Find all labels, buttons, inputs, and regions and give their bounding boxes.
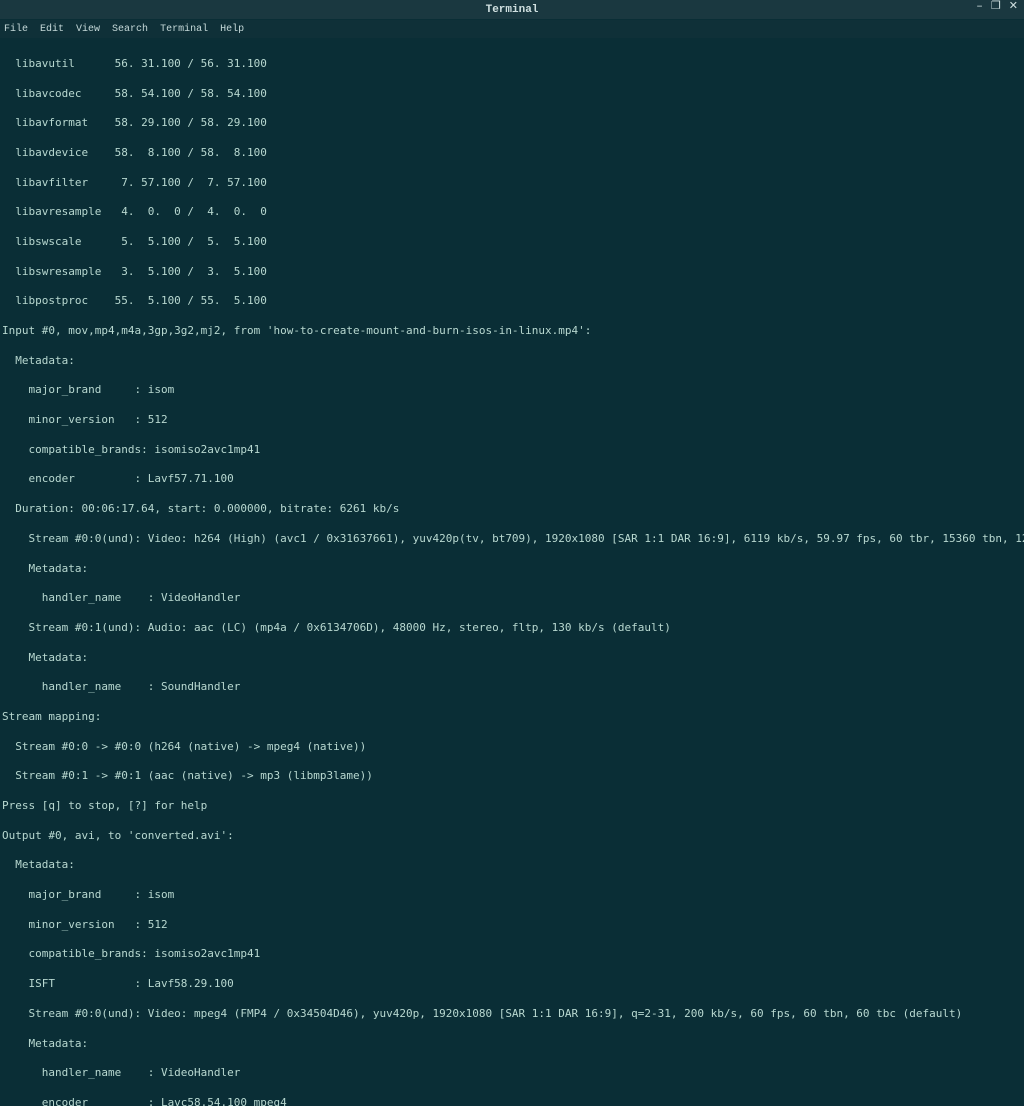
output-line: handler_name : VideoHandler (2, 591, 1022, 606)
menu-help[interactable]: Help (220, 24, 244, 35)
output-line: Duration: 00:06:17.64, start: 0.000000, … (2, 502, 1022, 517)
output-line: major_brand : isom (2, 383, 1022, 398)
maximize-icon[interactable]: ❐ (991, 2, 1001, 13)
output-line: major_brand : isom (2, 888, 1022, 903)
output-line: Stream #0:0(und): Video: h264 (High) (av… (2, 532, 1022, 547)
menu-edit[interactable]: Edit (40, 24, 64, 35)
output-line: Metadata: (2, 354, 1022, 369)
menubar: File Edit View Search Terminal Help (0, 20, 1024, 38)
output-line: libavcodec 58. 54.100 / 58. 54.100 (2, 87, 1022, 102)
menu-file[interactable]: File (4, 24, 28, 35)
output-line: Input #0, mov,mp4,m4a,3gp,3g2,mj2, from … (2, 324, 1022, 339)
output-line: libavutil 56. 31.100 / 56. 31.100 (2, 57, 1022, 72)
output-line: libpostproc 55. 5.100 / 55. 5.100 (2, 294, 1022, 309)
output-line: Stream #0:1(und): Audio: aac (LC) (mp4a … (2, 621, 1022, 636)
menu-search[interactable]: Search (112, 24, 148, 35)
menu-terminal[interactable]: Terminal (160, 24, 208, 35)
output-line: Stream mapping: (2, 710, 1022, 725)
output-line: Metadata: (2, 858, 1022, 873)
output-line: Output #0, avi, to 'converted.avi': (2, 829, 1022, 844)
output-line: libswscale 5. 5.100 / 5. 5.100 (2, 235, 1022, 250)
minimize-icon[interactable]: – (976, 2, 983, 13)
output-line: libswresample 3. 5.100 / 3. 5.100 (2, 265, 1022, 280)
close-icon[interactable]: ✕ (1009, 2, 1018, 13)
output-line: minor_version : 512 (2, 918, 1022, 933)
output-line: libavfilter 7. 57.100 / 7. 57.100 (2, 176, 1022, 191)
output-line: handler_name : VideoHandler (2, 1066, 1022, 1081)
window-controls: – ❐ ✕ (976, 2, 1018, 13)
output-line: libavresample 4. 0. 0 / 4. 0. 0 (2, 205, 1022, 220)
output-line: Press [q] to stop, [?] for help (2, 799, 1022, 814)
output-line: Stream #0:0(und): Video: mpeg4 (FMP4 / 0… (2, 1007, 1022, 1022)
output-line: Metadata: (2, 1037, 1022, 1052)
output-line: compatible_brands: isomiso2avc1mp41 (2, 947, 1022, 962)
titlebar: Terminal – ❐ ✕ (0, 0, 1024, 20)
output-line: ISFT : Lavf58.29.100 (2, 977, 1022, 992)
output-line: Metadata: (2, 562, 1022, 577)
window-title: Terminal (486, 4, 539, 16)
output-line: libavdevice 58. 8.100 / 58. 8.100 (2, 146, 1022, 161)
output-line: Stream #0:1 -> #0:1 (aac (native) -> mp3… (2, 769, 1022, 784)
output-line: minor_version : 512 (2, 413, 1022, 428)
output-line: encoder : Lavf57.71.100 (2, 472, 1022, 487)
output-line: compatible_brands: isomiso2avc1mp41 (2, 443, 1022, 458)
output-line: Stream #0:0 -> #0:0 (h264 (native) -> mp… (2, 740, 1022, 755)
output-line: libavformat 58. 29.100 / 58. 29.100 (2, 116, 1022, 131)
menu-view[interactable]: View (76, 24, 100, 35)
terminal-output[interactable]: libavutil 56. 31.100 / 56. 31.100 libavc… (0, 38, 1024, 1106)
output-line: Metadata: (2, 651, 1022, 666)
output-line: handler_name : SoundHandler (2, 680, 1022, 695)
output-line: encoder : Lavc58.54.100 mpeg4 (2, 1096, 1022, 1106)
